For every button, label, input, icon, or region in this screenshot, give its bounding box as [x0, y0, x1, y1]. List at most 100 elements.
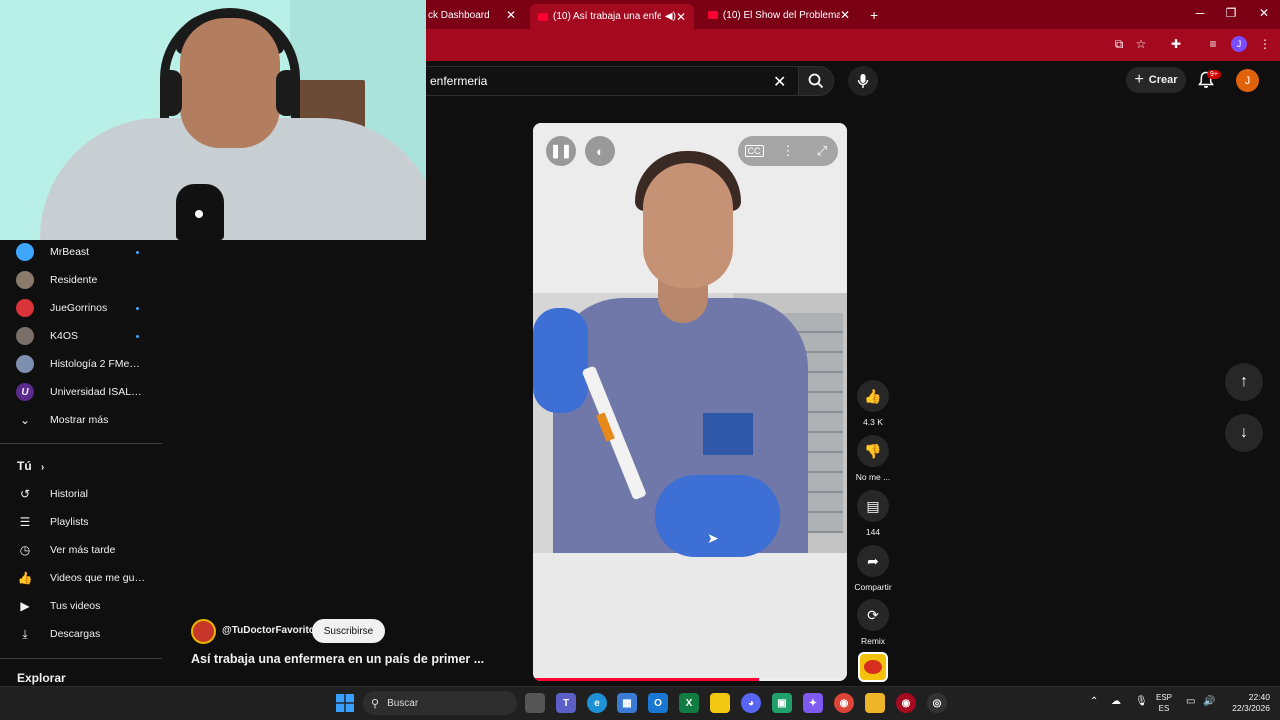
window-close-button[interactable]: ✕	[1252, 6, 1276, 20]
video-progress-bar[interactable]	[533, 678, 847, 681]
network-icon[interactable]: ▭	[1186, 696, 1195, 707]
sidebar-item-your-videos[interactable]: ▶ Tus videos	[0, 592, 162, 620]
subscribe-button[interactable]: Suscribirse	[312, 619, 385, 643]
tab-title: (10) El Show del Problema: Prop	[722, 9, 840, 21]
sidebar-item-downloads[interactable]: ⤓ Descargas	[0, 620, 162, 648]
clock[interactable]: 22:40 22/3/2026	[1222, 692, 1270, 714]
channel-avatar	[16, 355, 34, 373]
thumb-down-icon: 👎	[864, 442, 882, 459]
maximize-button[interactable]: ❐	[1219, 6, 1243, 20]
share-button[interactable]: ➦	[857, 545, 889, 577]
sidebar-item-watch-later[interactable]: ◷ Ver más tarde	[0, 536, 162, 564]
captions-button[interactable]: CC	[739, 136, 769, 166]
previous-short-button[interactable]: ↑	[1225, 363, 1263, 401]
sidebar-item-mrbeast[interactable]: MrBeast	[0, 238, 162, 266]
task-view-icon[interactable]	[525, 693, 545, 713]
search-input[interactable]: enfermeria	[424, 66, 798, 96]
thumb-up-icon: 👍	[864, 387, 882, 404]
tab-title: (10) Así trabaja una enfermer	[553, 11, 661, 22]
more-options-button[interactable]: ⋮	[773, 136, 803, 166]
sidebar-item-histologia[interactable]: Histología 2 FMed ...	[0, 350, 162, 378]
sidebar-item-juegorrinos[interactable]: JueGorrinos	[0, 294, 162, 322]
short-video-player[interactable]: ❚❚ ◐ CC ⋮ ⤢	[533, 123, 847, 681]
outlook-icon[interactable]: O	[648, 693, 668, 713]
comments-button[interactable]: ▤	[857, 490, 889, 522]
sidebar-item-k4os[interactable]: K4OS	[0, 322, 162, 350]
sidebar-item-residente[interactable]: Residente	[0, 266, 162, 294]
show-more-button[interactable]: ⌄ Mostrar más	[0, 406, 162, 434]
sidebar-item-liked-videos[interactable]: 👍 Videos que me gus...	[0, 564, 162, 592]
microphone-tray-icon[interactable]: 🎙	[1135, 696, 1148, 707]
file-explorer-icon[interactable]	[865, 693, 885, 713]
extensions-icon[interactable]: ✚	[1167, 37, 1185, 51]
volume-tray-icon[interactable]: 🔊	[1203, 696, 1215, 707]
mute-button[interactable]: ◐	[585, 136, 615, 166]
onedrive-icon[interactable]: ☁	[1111, 696, 1121, 707]
arrow-down-icon: ↓	[1240, 424, 1248, 441]
like-count: 4.3 K	[863, 417, 883, 427]
channel-avatar	[16, 271, 34, 289]
chrome-profile-icon[interactable]: ◉	[896, 693, 916, 713]
sidebar-item-history[interactable]: ↺ Historial	[0, 480, 162, 508]
download-icon: ⤓	[22, 626, 28, 641]
next-short-button[interactable]: ↓	[1225, 414, 1263, 452]
media-control-icon[interactable]: ≡	[1204, 37, 1222, 51]
excel-icon[interactable]: X	[679, 693, 699, 713]
account-avatar[interactable]: J	[1236, 69, 1259, 92]
sidebar-item-playlists[interactable]: ☰ Playlists	[0, 508, 162, 536]
new-content-dot	[136, 250, 139, 254]
edge-icon[interactable]: e	[587, 693, 607, 713]
dislike-button[interactable]: 👎	[857, 435, 889, 467]
browser-profile-avatar[interactable]: J	[1231, 36, 1247, 52]
channel-avatar	[16, 299, 34, 317]
search-button[interactable]	[798, 66, 834, 96]
remix-button[interactable]: ⟳	[857, 599, 889, 631]
channel-thumbnail[interactable]	[858, 652, 888, 682]
browser-menu-icon[interactable]: ⋮	[1256, 37, 1274, 51]
tab-short-video[interactable]: (10) Así trabaja una enfermer ◀) ✕	[530, 4, 694, 29]
tab-show-del-problema[interactable]: (10) El Show del Problema: Prop ✕	[700, 4, 858, 26]
like-button[interactable]: 👍	[857, 380, 889, 412]
voice-search-button[interactable]	[848, 66, 878, 96]
share-label: Compartir	[854, 582, 892, 592]
tab-dashboard[interactable]: ck Dashboard ✕	[420, 4, 524, 26]
windows-start-icon[interactable]	[336, 694, 354, 712]
streamer-face	[180, 18, 280, 148]
remix-label: Remix	[860, 636, 886, 646]
plus-icon: +	[1134, 71, 1144, 88]
taskbar-search-placeholder: Buscar	[387, 697, 419, 709]
taskbar-search[interactable]: ⚲ Buscar	[363, 691, 517, 715]
you-section-header[interactable]: Tú ›	[17, 459, 44, 473]
fullscreen-button[interactable]: ⤢	[807, 136, 837, 166]
video-title[interactable]: Así trabaja una enfermera en un país de …	[191, 652, 511, 666]
install-app-icon[interactable]: ⧉	[1110, 37, 1128, 52]
channel-handle[interactable]: @TuDoctorFavorito	[222, 625, 315, 636]
tab-close-icon[interactable]: ✕	[676, 10, 686, 24]
teams-icon[interactable]: T	[556, 693, 576, 713]
youtube-favicon-icon	[538, 12, 548, 21]
channel-avatar[interactable]	[191, 619, 216, 644]
discord-icon[interactable]: ◕	[741, 693, 761, 713]
show-hidden-icons[interactable]: ⌃	[1090, 696, 1098, 707]
clear-search-icon[interactable]: ✕	[773, 72, 786, 92]
tab-close-icon[interactable]: ✕	[840, 8, 850, 22]
remix-icon: ⟳	[867, 606, 879, 623]
store-icon[interactable]: ▦	[617, 693, 637, 713]
keyboard-language[interactable]: ESP ES	[1156, 692, 1172, 714]
webcam-overlay	[0, 0, 426, 240]
copilot-icon[interactable]: ✦	[803, 693, 823, 713]
minimize-button[interactable]: ─	[1188, 6, 1212, 20]
create-button[interactable]: + Crear	[1126, 67, 1186, 93]
tab-close-icon[interactable]: ✕	[506, 8, 516, 22]
notification-count-badge: 9+	[1207, 70, 1221, 79]
clock-icon: ◷	[19, 543, 31, 557]
obs-icon[interactable]: ◎	[927, 693, 947, 713]
sidebar-item-isalud[interactable]: U Universidad ISALUD	[0, 378, 162, 406]
app-icon[interactable]: ▣	[772, 693, 792, 713]
sticky-notes-icon[interactable]	[710, 693, 730, 713]
pause-button[interactable]: ❚❚	[546, 136, 576, 166]
sidebar-item-label: Historial	[50, 488, 88, 500]
new-tab-button[interactable]: +	[862, 4, 884, 26]
chrome-icon[interactable]: ◉	[834, 693, 854, 713]
bookmark-star-icon[interactable]: ☆	[1132, 37, 1150, 51]
